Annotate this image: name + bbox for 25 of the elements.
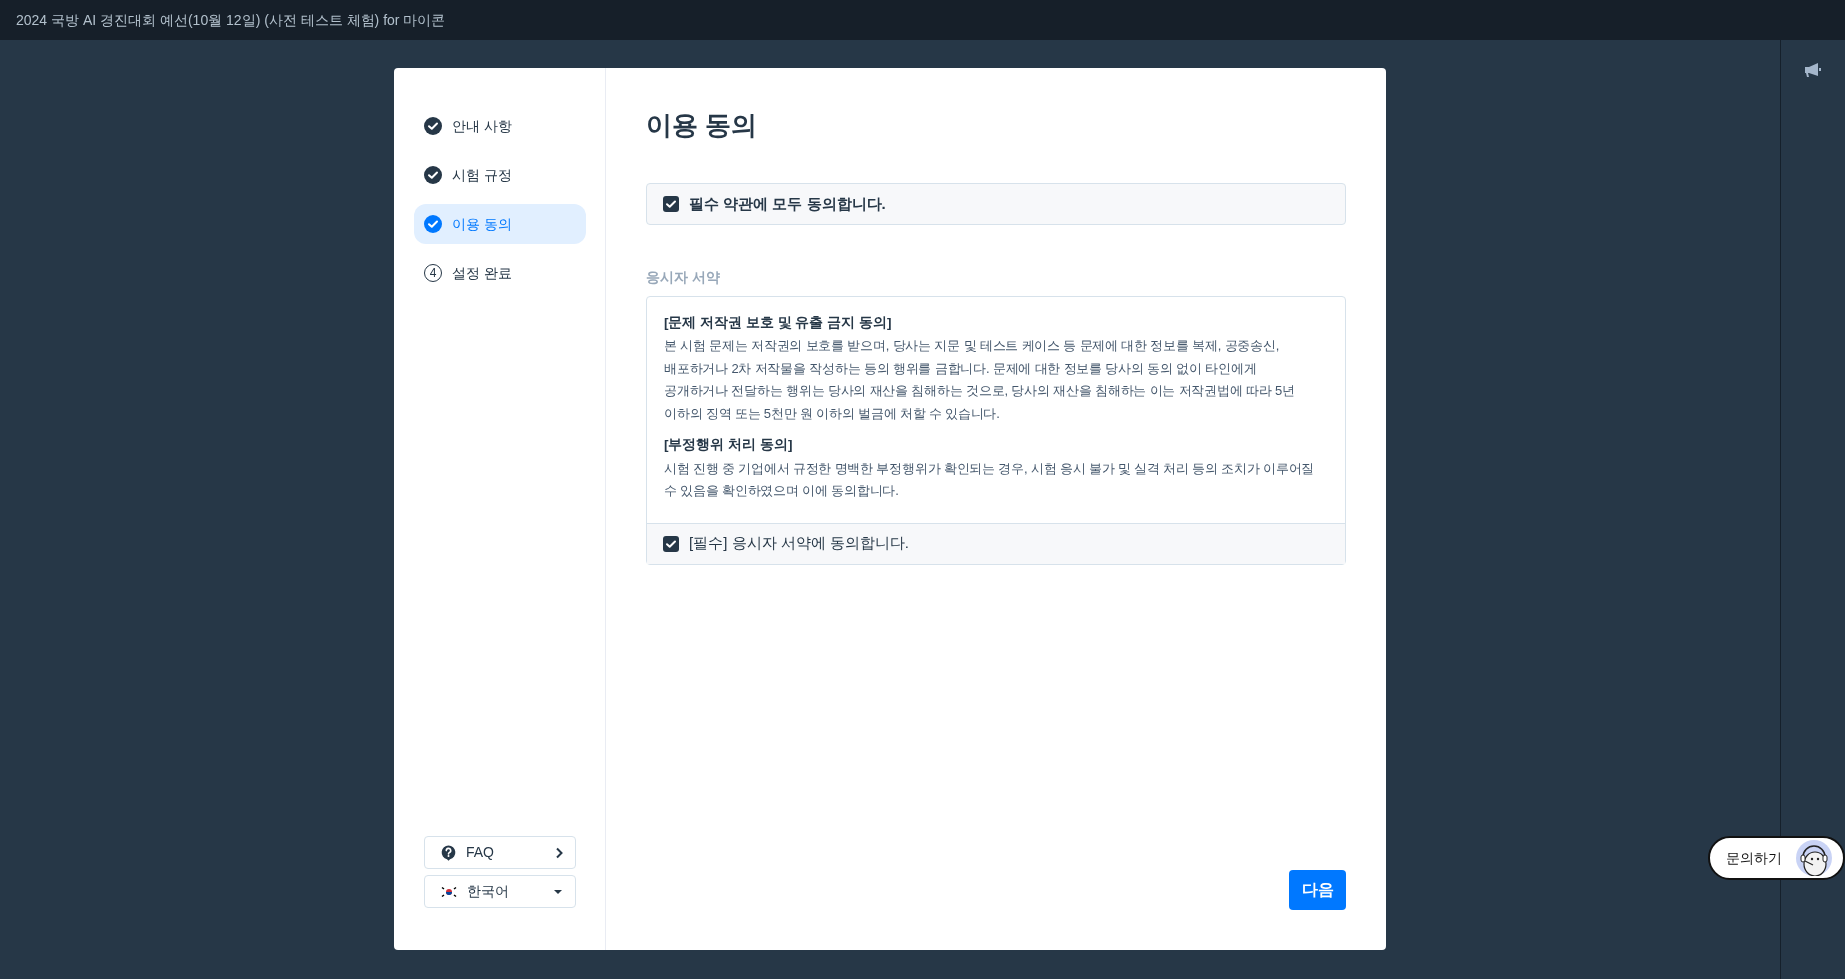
step-item[interactable]: 4 설정 완료	[414, 253, 586, 293]
step-item[interactable]: 안내 사항	[414, 106, 586, 146]
help-icon	[441, 844, 456, 861]
flag-icon	[441, 885, 457, 898]
faq-button[interactable]: FAQ	[424, 836, 576, 869]
terms-heading: [문제 저작권 보호 및 유출 금지 동의]	[664, 314, 893, 333]
step-item[interactable]: 이용 동의	[414, 204, 586, 244]
language-dropdown[interactable]: 한국어	[424, 875, 576, 908]
terms-paragraph: 본 시험 문제는 저작권의 보호를 받으며, 당사는 지문 및 테스트 케이스 등 문제에 대한 정보를 복제, 공중송신, 배포하거나 2차 저작물을 작성하는 등의 행위를 금합니다. 문제에 대한 정보를 당사의 동의 없이 타인에게 공개하거나 전달하는 행위는 당사의 재산을 침해하는 것으로, 당사의 재산을 침해하는 이는 저작권법에 따라 5년 이하의 징역 또는 5천만 원 이하의 벌금에 처할 수 있습니다.	[664, 337, 1296, 423]
agree-terms-label: [필수] 응시자 서약에 동의합니다.	[689, 533, 909, 554]
section-label: 응시자 서약	[646, 268, 721, 288]
page-title: 이용 동의	[646, 110, 759, 142]
megaphone-icon[interactable]	[1804, 62, 1822, 78]
checkbox[interactable]	[663, 196, 679, 213]
next-button[interactable]: 다음	[1289, 870, 1346, 910]
window-title: 2024 국방 AI 경진대회 예선(10월 12일) (사전 테스트 체험) for 마이콘	[16, 10, 446, 30]
help-button[interactable]: 문의하기	[1708, 836, 1845, 880]
mascot-avatar-icon	[1796, 840, 1832, 876]
caret-icon	[553, 888, 563, 895]
chevron-right-icon	[555, 846, 563, 859]
terms-paragraph: 시험 진행 중 기업에서 규정한 명백한 부정행위가 확인되는 경우, 시험 응시 불가 및 실격 처리 등의 조치가 이루어질 수 있음을 확인하였으며 이에 동의합니다.	[664, 459, 1316, 501]
checkbox[interactable]	[663, 535, 679, 552]
agree-all-label: 필수 약관에 모두 동의합니다.	[689, 193, 886, 214]
terms-heading: [부정행위 처리 동의]	[664, 436, 794, 455]
step-item[interactable]: 시험 규정	[414, 155, 586, 195]
